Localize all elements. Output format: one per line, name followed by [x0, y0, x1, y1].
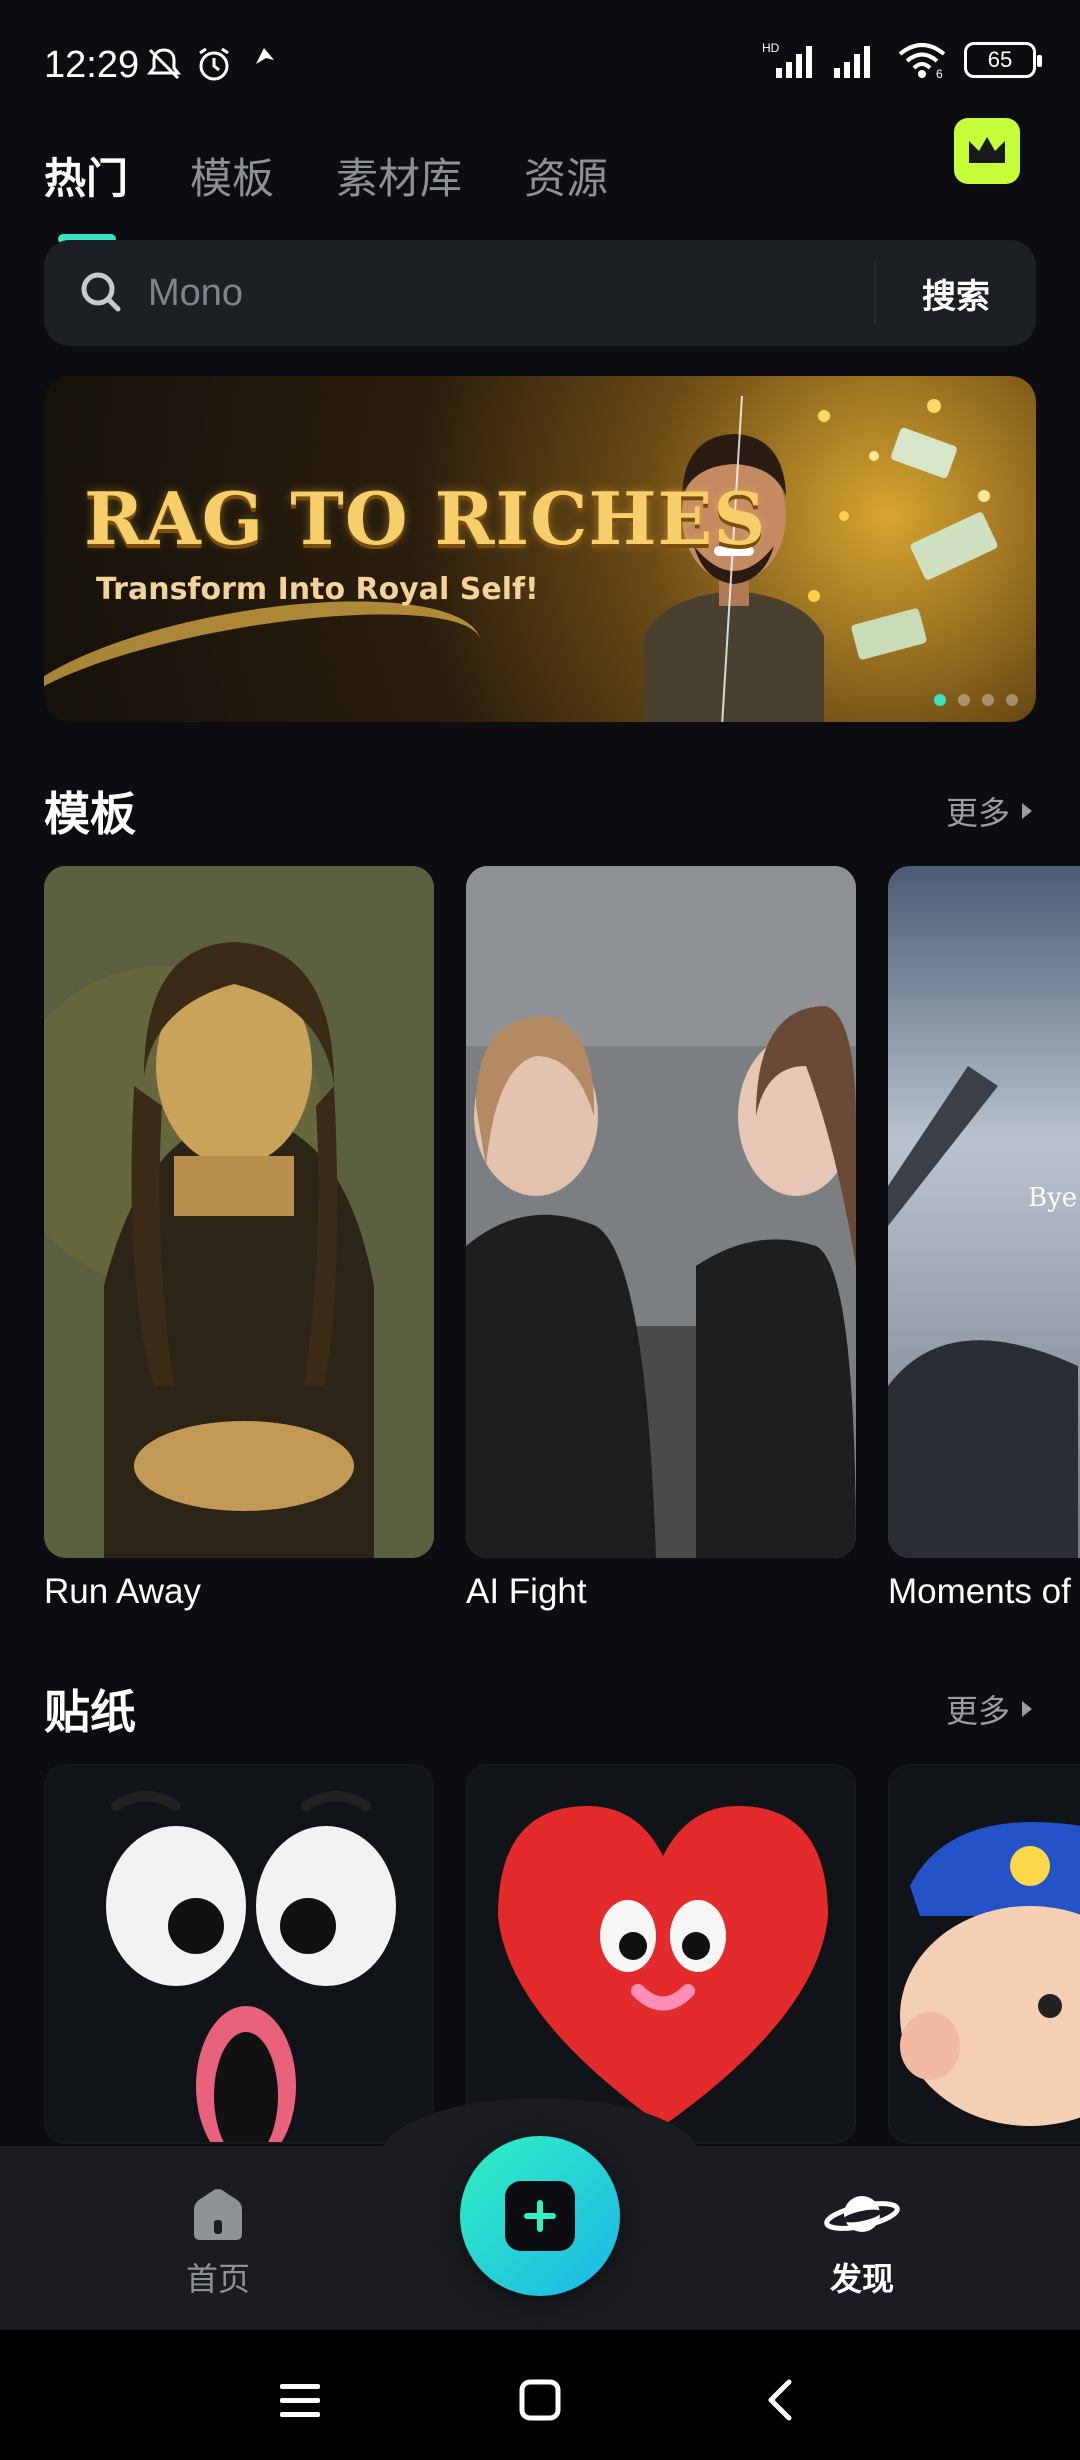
- home-icon: [194, 2189, 242, 2240]
- banner-subtitle: Transform Into Royal Self!: [96, 572, 539, 607]
- create-button[interactable]: [460, 2136, 620, 2296]
- promo-banner[interactable]: RAG TO RICHES Transform Into Royal Self!: [44, 376, 1036, 722]
- chevron-right-icon: [1022, 803, 1032, 819]
- templates-section-header: 模板 更多: [44, 776, 1036, 846]
- plus-icon: [524, 2200, 556, 2232]
- top-tabs: 热门 模板 素材库 资源: [44, 130, 608, 244]
- boy-cap-sticker: [900, 1822, 1080, 2126]
- template-label: Run Away: [44, 1572, 201, 1611]
- nav-discover[interactable]: 发现: [762, 2186, 962, 2300]
- template-card[interactable]: Run Away: [44, 866, 434, 1612]
- wifi-icon: 6: [898, 43, 946, 80]
- crown-icon: [969, 137, 1005, 163]
- alarm-icon: [199, 47, 229, 81]
- fab-inner: [505, 2181, 575, 2251]
- heart-sticker: [498, 1806, 828, 2126]
- nav-home[interactable]: 首页: [118, 2186, 318, 2300]
- templates-section-title: 模板: [44, 787, 136, 841]
- status-right: HD 6 65: [762, 40, 1042, 80]
- mute-bell-icon: [146, 48, 182, 80]
- template-thumbnail-run-away: [44, 866, 434, 1558]
- template-label: Moments of: [888, 1572, 1071, 1611]
- more-label: 更多: [945, 794, 1010, 832]
- signal-icon: [834, 46, 870, 78]
- planet-icon: [824, 2196, 900, 2232]
- pagination-dot: [934, 694, 946, 706]
- stickers-more-link[interactable]: 更多: [946, 1686, 1036, 1732]
- status-bar: 12:29 HD 6 65: [0, 0, 1080, 130]
- bye-overlay-text: Bye: [1028, 1183, 1077, 1213]
- more-label: 更多: [945, 1692, 1010, 1730]
- tab-hot[interactable]: 热门: [44, 145, 128, 244]
- signal-hd-icon: HD: [762, 41, 812, 78]
- search-button[interactable]: 搜索: [876, 269, 1036, 318]
- search-bar: 搜索: [44, 240, 1036, 346]
- menu-icon: [280, 2384, 320, 2417]
- nav-discover-label: 发现: [829, 2260, 894, 2298]
- system-navigation-bar: [0, 2330, 1080, 2460]
- tab-templates[interactable]: 模板: [190, 145, 274, 206]
- square-icon: [519, 2379, 561, 2421]
- two-women-image: [466, 866, 856, 1558]
- stickers-carousel[interactable]: [44, 1764, 1080, 2144]
- sticker-card-surprised-face[interactable]: [44, 1764, 434, 2144]
- search-icon: [81, 272, 121, 312]
- pagination-dot: [982, 694, 994, 706]
- template-card[interactable]: AI Fight: [466, 866, 856, 1612]
- search-input[interactable]: [130, 240, 874, 346]
- template-thumbnail-ai-fight: [466, 866, 856, 1558]
- tab-materials[interactable]: 素材库: [336, 145, 462, 206]
- home-system-button[interactable]: [510, 2370, 570, 2430]
- nav-home-label: 首页: [185, 2260, 250, 2298]
- banner-title: RAG TO RICHES: [84, 476, 767, 561]
- chevron-right-icon: [1022, 1701, 1032, 1717]
- surprised-face-sticker: [106, 1791, 396, 2142]
- templates-more-link[interactable]: 更多: [946, 788, 1036, 834]
- portrait-painting-image: [44, 866, 434, 1558]
- recents-button[interactable]: [270, 2370, 330, 2430]
- template-card[interactable]: Bye Moments of: [888, 866, 1080, 1612]
- pagination-dot: [958, 694, 970, 706]
- svg-text:HD: HD: [762, 41, 780, 55]
- templates-carousel[interactable]: Run Away AI Fight Bye Moments of: [44, 866, 1080, 1626]
- back-arrow-icon: [768, 2379, 792, 2421]
- sticker-card-boy[interactable]: [888, 1764, 1080, 2144]
- sticker-card-heart[interactable]: [466, 1764, 856, 2144]
- status-time: 12:29: [44, 44, 140, 86]
- back-button[interactable]: [750, 2370, 810, 2430]
- airplane-wing-image: Bye: [888, 1066, 1078, 1558]
- banner-pagination: [934, 694, 1018, 706]
- battery-icon: 65: [964, 42, 1042, 78]
- template-label: AI Fight: [466, 1572, 587, 1611]
- stickers-section-header: 贴纸 更多: [44, 1674, 1036, 1744]
- tab-resources[interactable]: 资源: [524, 145, 608, 206]
- pagination-dot: [1006, 694, 1018, 706]
- template-thumbnail-moments: Bye: [888, 866, 1080, 1558]
- premium-button[interactable]: [954, 118, 1020, 184]
- app-notification-icon: [256, 48, 274, 64]
- wifi-badge: 6: [936, 67, 943, 80]
- stickers-section-title: 贴纸: [44, 1685, 136, 1739]
